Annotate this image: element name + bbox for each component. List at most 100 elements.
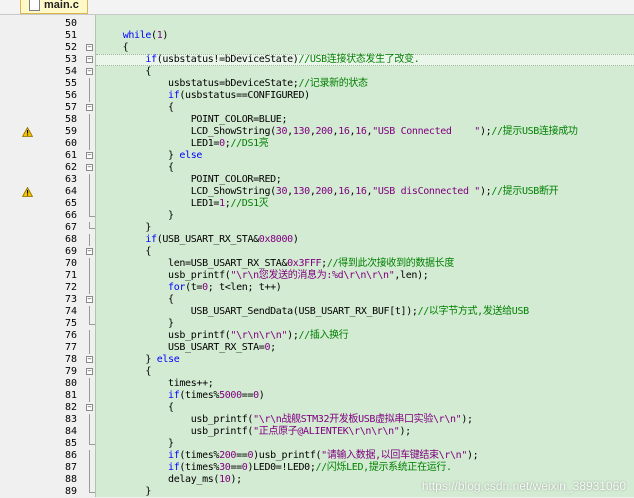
code-line[interactable]: 75 }	[0, 318, 634, 330]
code-line[interactable]: 72 for(t=0; t<len; t++)	[0, 282, 634, 294]
code-token: 200	[219, 450, 237, 461]
code-line[interactable]: 59 LCD_ShowString(30,130,200,16,16,"USB …	[0, 126, 634, 138]
code-token: )	[162, 30, 169, 41]
code-text: len=USB_USART_RX_STA&0x3FFF;//得到此次接收到的数据…	[100, 258, 454, 270]
code-line[interactable]: 55 usbstatus=bDeviceState;//记录新的状态	[0, 78, 634, 90]
fold-end-guide	[89, 222, 95, 229]
code-line[interactable]: 56 if(usbstatus==CONFIGURED)	[0, 90, 634, 102]
fold-toggle-icon[interactable]: −	[86, 56, 93, 63]
code-token: if	[168, 90, 180, 101]
tab-main-c[interactable]: main.c	[20, 0, 88, 14]
fold-toggle-icon[interactable]: −	[86, 368, 93, 375]
line-number: 71	[64, 270, 77, 281]
code-line[interactable]: 60 LED1=0;//DS1亮	[0, 138, 634, 150]
code-line[interactable]: 86 if(times%200==0)usb_printf("请输入数据,以回车…	[0, 450, 634, 462]
code-token: //得到此次接收到的数据长度	[326, 258, 455, 269]
fold-guide	[89, 282, 90, 294]
line-number: 57	[64, 102, 77, 113]
code-line[interactable]: 76 usb_printf("\r\n\r\n");//插入换行	[0, 330, 634, 342]
code-token: ;	[270, 342, 276, 353]
code-line[interactable]: 85 }	[0, 438, 634, 450]
code-token: );	[399, 426, 411, 437]
code-text: delay_ms(10);	[100, 474, 242, 486]
code-line[interactable]: 68 if(USB_USART_RX_STA&0x8000)	[0, 234, 634, 246]
code-editor[interactable]: 50 51 while(1) 52− {53− if(usbstatus!=bDev…	[0, 15, 634, 497]
code-line[interactable]: 50	[0, 18, 634, 30]
code-token: //插入换行	[298, 330, 349, 341]
code-line[interactable]: 62 − {	[0, 162, 634, 174]
code-line[interactable]: 84 usb_printf("正点原子@ALIENTEK\r\n\r\n");	[0, 426, 634, 438]
code-line[interactable]: 74 USB_USART_SendData(USB_USART_RX_BUF[t…	[0, 306, 634, 318]
code-line[interactable]: 81 if(times%5000==0)	[0, 390, 634, 402]
code-token: );	[287, 330, 299, 341]
line-number: 88	[64, 474, 77, 485]
code-line[interactable]: 80 times++;	[0, 378, 634, 390]
code-token: else	[179, 150, 203, 161]
fold-toggle-icon[interactable]: −	[86, 404, 93, 411]
code-text: LED1=1;//DS1灭	[100, 198, 269, 210]
code-line[interactable]: 57 − {	[0, 102, 634, 114]
code-line[interactable]: 53 − if(usbstatus!=bDeviceState)//USB连接状态…	[0, 54, 634, 66]
code-line[interactable]: 54 − {	[0, 66, 634, 78]
code-line[interactable]: 52 − {	[0, 42, 634, 54]
fold-toggle-icon[interactable]: −	[86, 104, 93, 111]
code-line[interactable]: 63 POINT_COLOR=RED;	[0, 174, 634, 186]
code-line[interactable]: 78 − } else	[0, 354, 634, 366]
line-number: 78	[64, 354, 77, 365]
code-line[interactable]: 64 LCD_ShowString(30,130,200,16,16,"USB …	[0, 186, 634, 198]
code-token: if	[168, 390, 180, 401]
fold-toggle-icon[interactable]: −	[86, 356, 93, 363]
code-line[interactable]: 61 − } else	[0, 150, 634, 162]
code-line[interactable]: 77 USB_USART_RX_STA=0;	[0, 342, 634, 354]
fold-end-guide	[89, 438, 95, 445]
line-number: 73	[64, 294, 77, 305]
code-line[interactable]: 69 − {	[0, 246, 634, 258]
code-line[interactable]: 51 while(1)	[0, 30, 634, 42]
code-token: //提示USB断开	[491, 186, 559, 197]
code-token: "\r\n\r\n"	[230, 330, 288, 341]
code-token: 130	[292, 126, 310, 137]
code-token: "正点原子@ALIENTEK\r\n\r\n"	[253, 426, 400, 437]
code-text: USB_USART_RX_STA=0;	[100, 342, 276, 354]
warning-icon[interactable]	[22, 187, 33, 197]
code-text: USB_USART_SendData(USB_USART_RX_BUF[t]);…	[100, 306, 529, 318]
fold-guide	[89, 138, 90, 150]
fold-toggle-icon[interactable]: −	[86, 164, 93, 171]
code-line[interactable]: 71 usb_printf("\r\n您发送的消息为:%d\r\n\r\n",l…	[0, 270, 634, 282]
code-line[interactable]: 66 }	[0, 210, 634, 222]
fold-toggle-icon[interactable]: −	[86, 68, 93, 75]
code-line[interactable]: 73 − {	[0, 294, 634, 306]
code-token: 0x8000	[258, 234, 293, 245]
line-number: 65	[64, 198, 77, 209]
code-token: USB_USART_SendData(USB_USART_RX_BUF[t]);	[100, 306, 418, 317]
code-token: "请输入数据,以回车键结束\r\n"	[321, 450, 468, 461]
line-number: 87	[64, 462, 77, 473]
code-line[interactable]: 65 LED1=1;//DS1灭	[0, 198, 634, 210]
code-line[interactable]: 87 if(times%30==0)LED0=!LED0;//闪烁LED,提示系…	[0, 462, 634, 474]
line-number: 79	[64, 366, 77, 377]
code-token: {	[100, 402, 174, 413]
code-token: 0x3FFF	[287, 258, 322, 269]
fold-toggle-icon[interactable]: −	[86, 44, 93, 51]
code-line[interactable]: 70 len=USB_USART_RX_STA&0x3FFF;//得到此次接收到…	[0, 258, 634, 270]
line-number: 64	[64, 186, 77, 197]
code-line[interactable]: 79 − {	[0, 366, 634, 378]
warning-icon[interactable]	[22, 127, 33, 137]
fold-end-guide	[89, 210, 95, 217]
code-line[interactable]: 67 }	[0, 222, 634, 234]
code-token: );	[479, 126, 492, 137]
line-number: 53	[64, 54, 77, 65]
code-text: } else	[100, 354, 179, 366]
code-line[interactable]: 83 usb_printf("\r\n战舰STM32开发板USB虚拟串口实验\r…	[0, 414, 634, 426]
code-token: usb_printf(	[100, 426, 254, 437]
code-line[interactable]: 82 − {	[0, 402, 634, 414]
fold-toggle-icon[interactable]: −	[86, 248, 93, 255]
code-token: {	[100, 246, 152, 257]
code-text: {	[100, 162, 174, 174]
code-line[interactable]: 58 POINT_COLOR=BLUE;	[0, 114, 634, 126]
fold-toggle-icon[interactable]: −	[86, 296, 93, 303]
fold-toggle-icon[interactable]: −	[86, 152, 93, 159]
code-token: 200	[315, 126, 333, 137]
